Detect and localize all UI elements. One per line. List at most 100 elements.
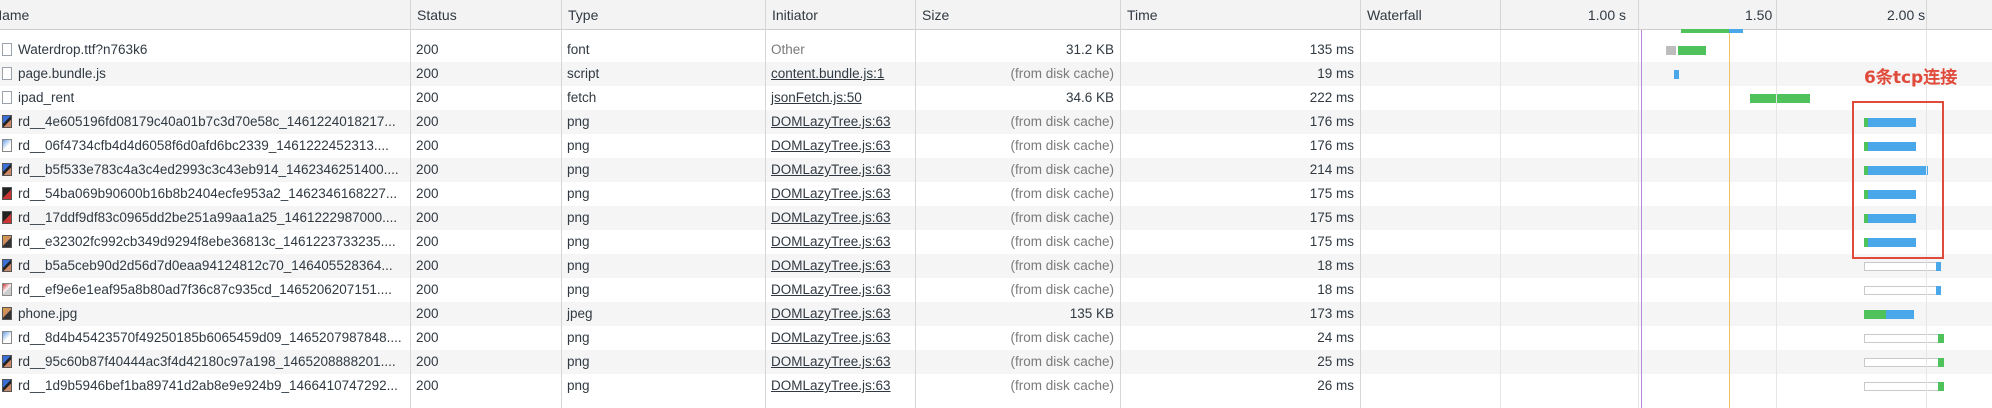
waterfall-bar[interactable]	[1936, 286, 1941, 295]
column-divider[interactable]	[1360, 30, 1361, 408]
table-row[interactable]: Waterdrop.ttf?n763k6 200 font Other 31.2 KB 1…	[0, 38, 1992, 62]
initiator-link[interactable]: DOMLazyTree.js:63	[765, 158, 915, 182]
request-name-cell[interactable]: rd__e32302fc992cb349d9294f8ebe36813c_146…	[0, 230, 410, 254]
request-name-cell[interactable]: rd__b5f533e783c4a3c4ed2993c3c43eb914_146…	[0, 158, 410, 182]
waterfall-gridline	[1500, 30, 1501, 408]
initiator-link[interactable]: DOMLazyTree.js:63	[765, 254, 915, 278]
time-cell: 26 ms	[1317, 378, 1354, 393]
table-row[interactable]: rd__17ddf9df83c0965dd2be251a99aa1a25_146…	[0, 206, 1992, 230]
table-row[interactable]: phone.jpg 200 jpeg DOMLazyTree.js:63 135 KB 1…	[0, 302, 1992, 326]
table-row[interactable]: page.bundle.js 200 script content.bundle.js…	[0, 62, 1992, 86]
waterfall-bar[interactable]	[1674, 70, 1679, 79]
table-row[interactable]: rd__ef9e6e1eaf95a8b80ad7f36c87c935cd_146…	[0, 278, 1992, 302]
request-name: ipad_rent	[18, 90, 75, 105]
initiator-link[interactable]: DOMLazyTree.js:63	[765, 374, 915, 398]
request-name-cell[interactable]: rd__ef9e6e1eaf95a8b80ad7f36c87c935cd_146…	[0, 278, 410, 302]
initiator-link[interactable]: DOMLazyTree.js:63	[765, 230, 915, 254]
column-divider[interactable]	[561, 30, 562, 408]
column-header-status[interactable]: Status	[410, 0, 561, 30]
column-divider[interactable]	[915, 30, 916, 408]
file-type-icon	[2, 307, 12, 320]
table-row[interactable]: rd__4e605196fd08179c40a01b7c3d70e58c_146…	[0, 110, 1992, 134]
request-name-cell[interactable]: rd__8d4b45423570f49250185b6065459d09_146…	[0, 326, 410, 350]
waterfall-bar[interactable]	[1729, 29, 1743, 33]
request-name-cell[interactable]: rd__4e605196fd08179c40a01b7c3d70e58c_146…	[0, 110, 410, 134]
size-cell: (from disk cache)	[1010, 234, 1114, 249]
column-header-waterfall[interactable]: Waterfall	[1360, 0, 1500, 30]
request-name-cell[interactable]: Waterdrop.ttf?n763k6	[0, 38, 410, 62]
table-row[interactable]: rd__e32302fc992cb349d9294f8ebe36813c_146…	[0, 230, 1992, 254]
request-name-cell[interactable]: ipad_rent	[0, 86, 410, 110]
file-type-icon	[2, 115, 12, 128]
size-cell: (from disk cache)	[1010, 354, 1114, 369]
column-header-size[interactable]: Size	[915, 0, 1120, 30]
initiator-link[interactable]: DOMLazyTree.js:63	[765, 326, 915, 350]
table-row[interactable]: rd__b5a5ceb90d2d56d7d0eaa94124812c70_146…	[0, 254, 1992, 278]
column-divider[interactable]	[765, 30, 766, 408]
type-cell: jpeg	[567, 306, 593, 321]
initiator-link[interactable]: DOMLazyTree.js:63	[765, 206, 915, 230]
file-type-icon	[2, 67, 12, 80]
request-name-cell[interactable]: page.bundle.js	[0, 62, 410, 86]
initiator-link[interactable]: DOMLazyTree.js:63	[765, 302, 915, 326]
table-row[interactable]: rd__54ba069b90600b16b8b2404ecfe953a2_146…	[0, 182, 1992, 206]
type-cell: png	[567, 354, 590, 369]
request-name-cell[interactable]: rd__54ba069b90600b16b8b2404ecfe953a2_146…	[0, 182, 410, 206]
time-cell: 18 ms	[1317, 258, 1354, 273]
table-row[interactable]: rd__06f4734cfb4d4d6058f6d0afd6bc2339_146…	[0, 134, 1992, 158]
column-header-type[interactable]: Type	[561, 0, 765, 30]
initiator-link[interactable]: DOMLazyTree.js:63	[765, 350, 915, 374]
request-name: phone.jpg	[18, 306, 78, 321]
table-row[interactable]: rd__95c60b87f40444ac3f4d42180c97a198_146…	[0, 350, 1992, 374]
waterfall-bar[interactable]	[1750, 94, 1810, 103]
waterfall-bar[interactable]	[1938, 334, 1944, 343]
waterfall-gridline	[1638, 30, 1639, 408]
initiator-link[interactable]: DOMLazyTree.js:63	[765, 134, 915, 158]
waterfall-bar[interactable]	[1938, 358, 1944, 367]
initiator-link[interactable]: content.bundle.js:1	[765, 62, 915, 86]
request-name-cell[interactable]: phone.jpg	[0, 302, 410, 326]
status-cell: 200	[416, 42, 439, 57]
waterfall-bar[interactable]	[1886, 310, 1914, 319]
file-type-icon	[2, 235, 12, 248]
type-cell: png	[567, 258, 590, 273]
column-divider[interactable]	[1120, 30, 1121, 408]
waterfall-bar[interactable]	[1864, 310, 1886, 319]
table-row[interactable]: rd__8d4b45423570f49250185b6065459d09_146…	[0, 326, 1992, 350]
waterfall-bar[interactable]	[1936, 262, 1941, 271]
waterfall-bar[interactable]	[1666, 46, 1676, 55]
column-header-initiator[interactable]: Initiator	[765, 0, 915, 30]
type-cell: png	[567, 234, 590, 249]
network-panel: Name Status Type Initiator Size Time Wat…	[0, 0, 1992, 408]
status-cell: 200	[416, 378, 439, 393]
initiator-link[interactable]: DOMLazyTree.js:63	[765, 110, 915, 134]
request-name-cell[interactable]: rd__95c60b87f40444ac3f4d42180c97a198_146…	[0, 350, 410, 374]
time-cell: 176 ms	[1309, 114, 1354, 129]
initiator-link[interactable]: DOMLazyTree.js:63	[765, 182, 915, 206]
initiator-link[interactable]: jsonFetch.js:50	[765, 86, 915, 110]
table-row[interactable]: rd__b5f533e783c4a3c4ed2993c3c43eb914_146…	[0, 158, 1992, 182]
waterfall-bar[interactable]	[1938, 382, 1944, 391]
size-cell: (from disk cache)	[1010, 330, 1114, 345]
table-row[interactable]: ipad_rent 200 fetch jsonFetch.js:50 34.6 KB 2…	[0, 86, 1992, 110]
column-header-name[interactable]: Name	[0, 0, 410, 30]
request-name: rd__ef9e6e1eaf95a8b80ad7f36c87c935cd_146…	[18, 282, 392, 297]
type-cell: png	[567, 186, 590, 201]
type-cell: png	[567, 378, 590, 393]
column-header-time[interactable]: Time	[1120, 0, 1360, 30]
size-cell: (from disk cache)	[1010, 66, 1114, 81]
waterfall-bar[interactable]	[1678, 46, 1706, 55]
size-cell: 34.6 KB	[1065, 90, 1114, 105]
waterfall-bar[interactable]	[1864, 358, 1940, 367]
table-row[interactable]: rd__1d9b5946bef1ba89741d2ab8e9e924b9_146…	[0, 374, 1992, 398]
request-name-cell[interactable]: rd__17ddf9df83c0965dd2be251a99aa1a25_146…	[0, 206, 410, 230]
waterfall-bar[interactable]	[1864, 334, 1940, 343]
request-name-cell[interactable]: rd__b5a5ceb90d2d56d7d0eaa94124812c70_146…	[0, 254, 410, 278]
request-name-cell[interactable]: rd__06f4734cfb4d4d6058f6d0afd6bc2339_146…	[0, 134, 410, 158]
initiator-link[interactable]: DOMLazyTree.js:63	[765, 278, 915, 302]
file-type-icon	[2, 379, 12, 392]
waterfall-bar[interactable]	[1864, 382, 1940, 391]
file-type-icon	[2, 187, 12, 200]
column-divider[interactable]	[410, 30, 411, 408]
request-name-cell[interactable]: rd__1d9b5946bef1ba89741d2ab8e9e924b9_146…	[0, 374, 410, 398]
